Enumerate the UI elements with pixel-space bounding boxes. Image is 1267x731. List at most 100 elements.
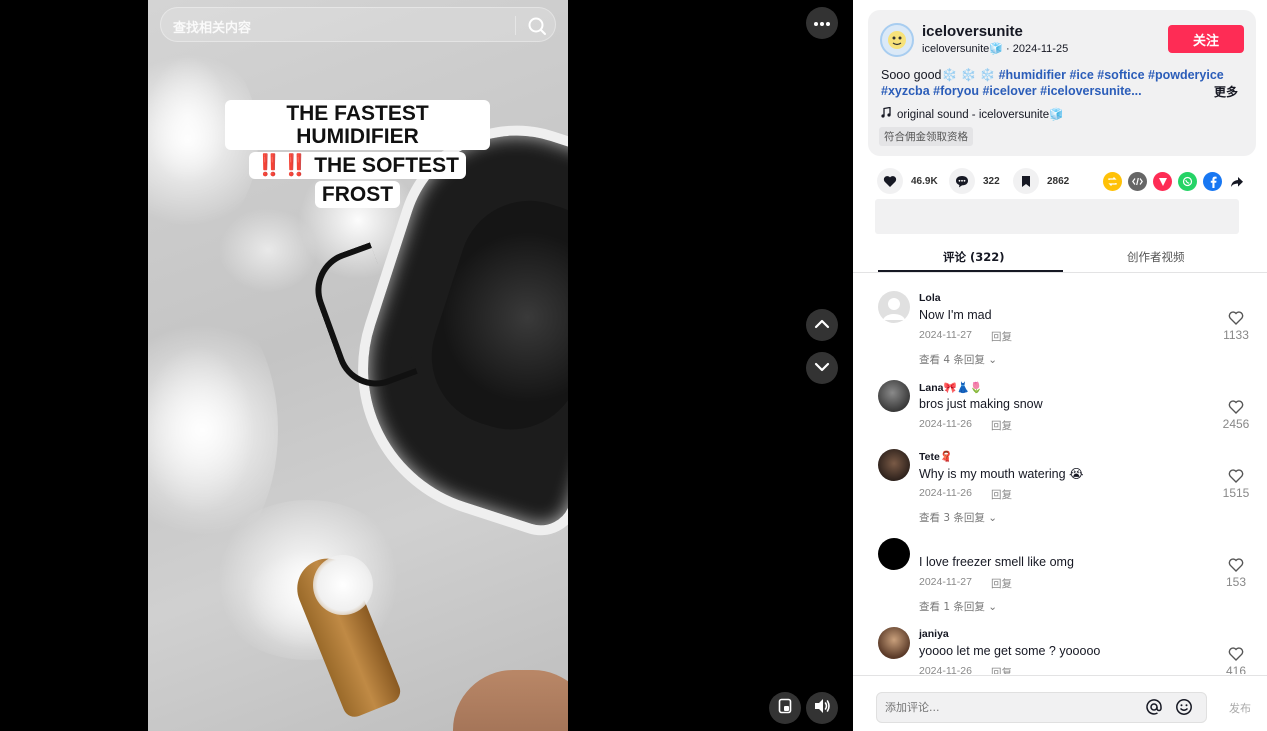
view-replies-link[interactable]: 查看 4 条回复 ⌄: [919, 352, 997, 367]
avatar[interactable]: [878, 538, 910, 570]
avatar[interactable]: [878, 380, 910, 412]
comment-username[interactable]: Lola: [919, 292, 941, 304]
caption-text: THE SOFTEST: [308, 154, 459, 177]
heart-outline-icon[interactable]: [1228, 399, 1244, 415]
search-input[interactable]: 查找相关内容: [173, 17, 251, 36]
comment-text: bros just making snow: [919, 397, 1043, 411]
volume-button[interactable]: [806, 692, 838, 724]
hashtag-link[interactable]: #humidifier: [999, 68, 1066, 82]
comment-like-count: 1515: [1222, 486, 1250, 500]
volume-icon: [813, 698, 831, 719]
heart-outline-icon[interactable]: [1228, 468, 1244, 484]
more-options-button[interactable]: [806, 7, 838, 39]
comment-text: Why is my mouth watering 😭: [919, 467, 1084, 481]
like-count: 46.9K: [911, 175, 938, 187]
avatar[interactable]: [880, 23, 914, 57]
actions-row: 46.9K 322 2862: [877, 168, 1247, 196]
reply-button[interactable]: 回复: [991, 665, 1012, 674]
reply-button[interactable]: 回复: [991, 487, 1012, 502]
embed-icon[interactable]: [1128, 172, 1147, 191]
comment-username[interactable]: janiya: [919, 628, 949, 640]
hashtag-link[interactable]: #iceloversunite...: [1040, 84, 1141, 98]
heart-outline-icon[interactable]: [1228, 310, 1244, 326]
spoon-frost: [313, 555, 373, 615]
heart-icon: [877, 168, 903, 194]
music-link[interactable]: original sound - iceloversunite🧊: [881, 106, 1064, 121]
post-comment-button[interactable]: 发布: [1229, 700, 1251, 716]
chevron-down-icon: [814, 359, 830, 377]
comment-icon: [949, 168, 975, 194]
caption-emphasis: ‼️‼️: [256, 154, 309, 177]
repost-icon[interactable]: [1103, 172, 1122, 191]
humidifier-core: [413, 182, 568, 448]
search-icon[interactable]: [525, 14, 549, 38]
author-handle[interactable]: iceloversunite🧊: [922, 43, 1003, 55]
search-divider: [515, 16, 516, 35]
comment-like-count: 416: [1225, 664, 1247, 674]
hashtag-link[interactable]: #softice: [1097, 68, 1144, 82]
comment-date: 2024-11-26: [919, 487, 972, 499]
description-card: iceloversunite iceloversunite🧊 · 2024-11…: [868, 10, 1256, 156]
reply-button[interactable]: 回复: [991, 329, 1012, 344]
follow-button[interactable]: 关注: [1168, 25, 1244, 53]
comment-like-count: 153: [1225, 575, 1247, 589]
author-meta: iceloversunite🧊 · 2024-11-25: [922, 42, 1068, 55]
view-replies-link[interactable]: 查看 1 条回复 ⌄: [919, 599, 997, 614]
facebook-icon[interactable]: [1203, 172, 1222, 191]
reply-button[interactable]: 回复: [991, 418, 1012, 433]
tab-comments[interactable]: 评论 (322): [943, 249, 1005, 265]
search-bar[interactable]: 查找相关内容: [160, 7, 556, 42]
save-button[interactable]: 2862: [1013, 168, 1069, 194]
comment-date: 2024-11-27: [919, 576, 972, 588]
caption-line: FROST: [314, 181, 401, 208]
previous-video-button[interactable]: [806, 309, 838, 341]
whatsapp-icon[interactable]: [1178, 172, 1197, 191]
chevron-up-icon: [814, 316, 830, 334]
comment-compose-bar: 发布: [853, 675, 1267, 731]
send-icon[interactable]: [1153, 172, 1172, 191]
video-link-box[interactable]: [875, 199, 1239, 234]
hashtag-link[interactable]: #ice: [1069, 68, 1093, 82]
comment-text: yoooo let me get some ? yooooo: [919, 644, 1101, 658]
comment-username[interactable]: Lana🎀👗🌷: [919, 381, 983, 394]
comment-list[interactable]: Lola Now I'm mad 2024-11-27 回复 查看 4 条回复 …: [853, 280, 1267, 674]
like-button[interactable]: 46.9K: [877, 168, 938, 194]
avatar[interactable]: [878, 627, 910, 659]
reply-button[interactable]: 回复: [991, 576, 1012, 591]
author-name[interactable]: iceloversunite: [922, 23, 1023, 40]
share-arrow-icon[interactable]: [1227, 172, 1246, 191]
comment-username[interactable]: Tete🧣: [919, 450, 953, 463]
comment-text: I love freezer smell like omg: [919, 555, 1074, 569]
finger-image: [453, 670, 568, 731]
next-video-button[interactable]: [806, 352, 838, 384]
view-replies-link[interactable]: 查看 3 条回复 ⌄: [919, 510, 997, 525]
comment-like-count: 1133: [1223, 328, 1249, 342]
music-title: original sound - iceloversunite🧊: [897, 109, 1064, 121]
comment-button[interactable]: 322: [949, 168, 1000, 194]
heart-outline-icon[interactable]: [1228, 557, 1244, 573]
tab-creator-videos[interactable]: 创作者视频: [1127, 249, 1185, 265]
picture-in-picture-button[interactable]: [769, 692, 801, 724]
emoji-icon[interactable]: [1175, 698, 1193, 716]
picture-in-picture-icon: [777, 698, 793, 719]
save-count: 2862: [1047, 175, 1070, 187]
expand-description-link[interactable]: 更多: [1214, 83, 1238, 100]
sidebar: iceloversunite iceloversunite🧊 · 2024-11…: [853, 0, 1267, 731]
avatar[interactable]: [878, 291, 910, 323]
hashtag-link[interactable]: #xyzcba: [881, 84, 930, 98]
caption-line: ‼️‼️ THE SOFTEST: [249, 152, 466, 179]
heart-outline-icon[interactable]: [1228, 646, 1244, 662]
hashtag-link[interactable]: #powderyice: [1148, 68, 1224, 82]
bookmark-icon: [1013, 168, 1039, 194]
comment-text: Now I'm mad: [919, 308, 992, 322]
caption-line: THE FASTEST HUMIDIFIER: [225, 100, 490, 150]
hashtag-link[interactable]: #foryou: [933, 84, 979, 98]
comment-date: 2024-11-27: [919, 329, 972, 341]
date-separator: ·: [1002, 43, 1013, 55]
comment-date: 2024-11-26: [919, 665, 972, 674]
comment-username[interactable]: [919, 539, 921, 551]
hashtag-link[interactable]: #icelover: [982, 84, 1036, 98]
video-player[interactable]: THE FASTEST HUMIDIFIER ‼️‼️ THE SOFTEST …: [0, 0, 853, 731]
avatar[interactable]: [878, 449, 910, 481]
mention-icon[interactable]: [1145, 698, 1163, 716]
